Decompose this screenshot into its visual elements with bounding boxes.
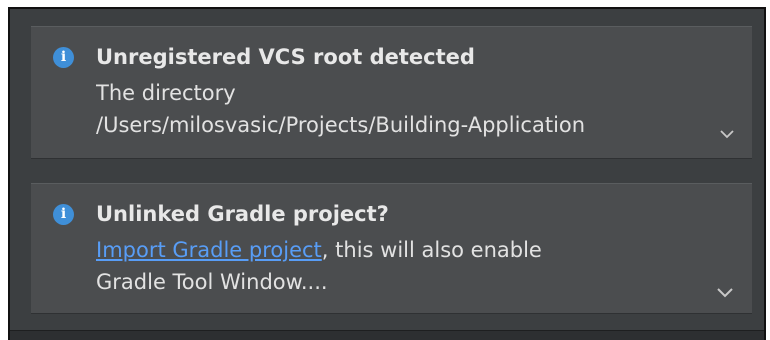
notification-body-line: The directory [96,81,236,105]
notification-body-text: , this will also enable [321,238,542,262]
notification-body-path: /Users/milosvasic/Projects/Building-Appl… [96,113,586,137]
chevron-down-icon[interactable] [716,285,734,299]
notification-panel: i Unregistered VCS root detected The dir… [8,7,766,340]
status-bar [10,330,764,340]
notification-title: Unlinked Gradle project? [96,202,389,226]
info-icon: i [53,47,74,68]
info-icon: i [53,204,74,225]
notification-gradle[interactable]: i Unlinked Gradle project? Import Gradle… [31,183,752,314]
notification-body-line: Gradle Tool Window.... [96,270,328,294]
notification-title: Unregistered VCS root detected [96,45,475,69]
notification-body: Import Gradle project, this will also en… [96,234,721,298]
notification-body: The directory /Users/milosvasic/Projects… [96,77,721,141]
notification-body-line: Import Gradle project, this will also en… [96,234,721,266]
notification-vcs-root[interactable]: i Unregistered VCS root detected The dir… [31,26,752,159]
chevron-down-icon[interactable] [720,128,734,140]
import-gradle-project-link[interactable]: Import Gradle project [96,238,322,262]
